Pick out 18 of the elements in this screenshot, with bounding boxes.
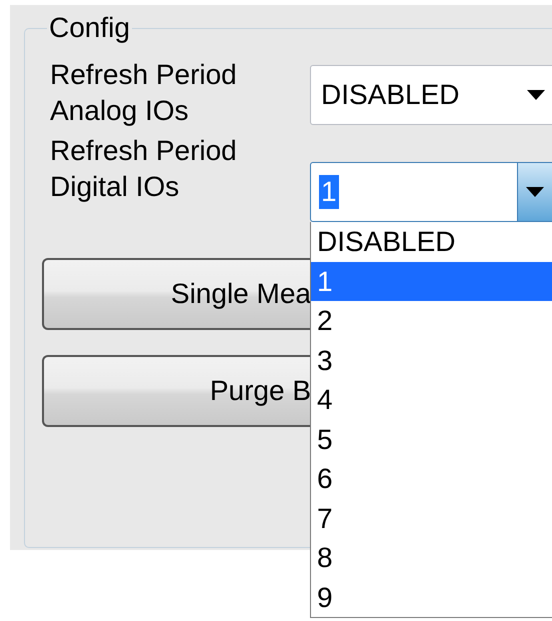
dropdown-option[interactable]: 4 [311,380,552,420]
dropdown-option[interactable]: 1 [311,262,552,301]
field-label: Refresh Period Analog IOs [50,58,238,128]
dropdown-field[interactable]: 1 [310,162,552,222]
field-label: Refresh Period Digital IOs [50,134,238,204]
dropdown-option[interactable]: 6 [311,459,552,498]
dropdown-field[interactable]: DISABLED [310,65,552,125]
action-button[interactable]: Single Mea [42,258,311,330]
dropdown-option[interactable]: 8 [311,538,552,578]
dropdown-option[interactable]: 2 [311,301,552,340]
dropdown-option[interactable]: DISABLED [311,222,552,262]
dropdown-option[interactable]: 3 [311,340,552,380]
dropdown-option[interactable]: 5 [311,420,552,459]
caret-icon [526,187,544,197]
dropdown-option[interactable]: 7 [311,498,552,538]
action-button[interactable]: Purge B [42,355,311,427]
dropdown-option[interactable]: 9 [311,578,552,617]
caret-icon [527,90,545,100]
